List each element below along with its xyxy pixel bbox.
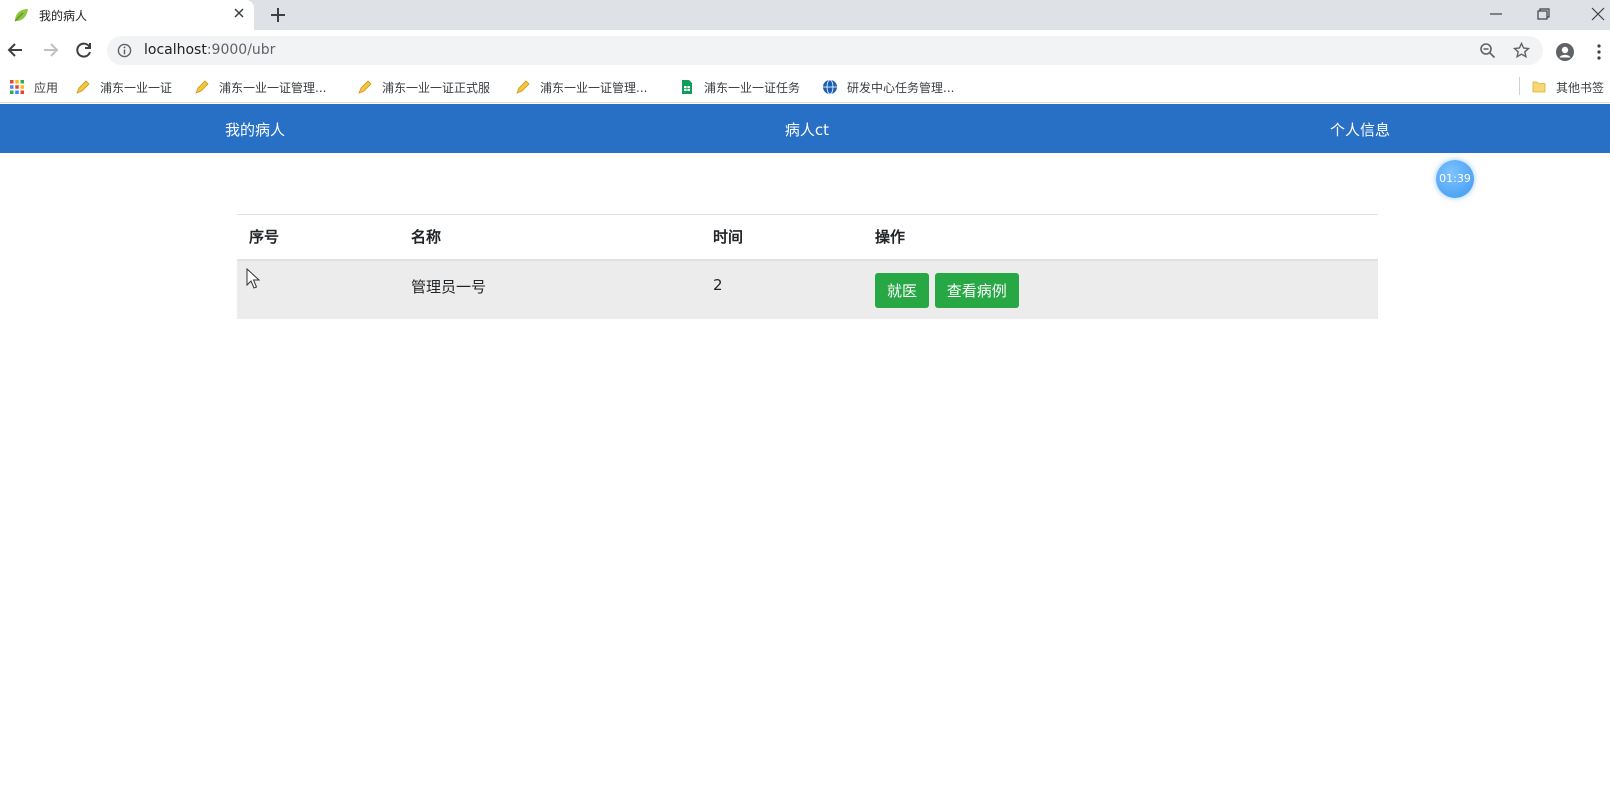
new-tab-icon[interactable] [269,6,287,24]
bookmark-label: 浦东一业一证管理... [540,80,648,95]
sheets-icon [682,80,692,94]
bookmark-label: 研发中心任务管理... [847,80,955,95]
reload-icon[interactable] [74,40,94,60]
bookmarks-bar: 应用 浦东一业一证 浦东一业一证管理... 浦东一业一证正式服 浦东一业一证管理… [0,70,1610,103]
forward-icon[interactable] [40,40,60,60]
url-path: :9000/ubr [206,42,276,58]
column-header-actions: 操作 [875,228,906,247]
bookmark-item[interactable]: 浦东一业一证 [75,78,172,96]
bookmark-apps[interactable]: 应用 [9,78,58,96]
top-navbar: 我的病人 病人ct 个人信息 [0,104,1610,153]
nav-my-patients[interactable]: 我的病人 [225,119,285,140]
folder-icon [1532,81,1546,93]
globe-icon [823,79,837,95]
column-header-time: 时间 [713,228,744,247]
cell-actions: 就医 查看病例 [863,260,1378,319]
mouse-cursor-icon [246,268,260,289]
url-host: localhost [144,42,207,58]
zoom-icon[interactable] [1479,42,1496,59]
table-row: 管理员一号 2 就医 查看病例 [237,259,1378,319]
address-bar[interactable]: localhost:9000/ubr [107,36,1543,65]
bookmark-item[interactable]: 浦东一业一证管理... [194,78,326,96]
patients-table: 序号 名称 时间 操作 管理员一号 2 就医 查看病例 [237,214,1378,319]
bookmark-label: 应用 [34,80,59,95]
bookmark-item[interactable]: 浦东一业一证管理... [515,78,647,96]
nav-patient-ct[interactable]: 病人ct [785,119,829,140]
pen-icon [195,80,209,94]
bookmark-item[interactable]: 研发中心任务管理... [822,78,954,96]
other-bookmarks[interactable]: 其他书签 [1531,78,1604,96]
bookmark-label: 其他书签 [1556,80,1605,95]
column-header-index: 序号 [249,228,280,247]
bookmark-label: 浦东一业一证 [100,80,173,95]
tab-title: 我的病人 [39,9,88,23]
bookmarks-divider [1519,77,1520,95]
back-icon[interactable] [6,40,26,60]
url-text[interactable]: localhost:9000/ubr [144,42,275,58]
browser-tabstrip: 我的病人 [0,0,1610,30]
cell-index [237,260,399,319]
profile-icon[interactable] [1555,42,1575,62]
nav-personal-info[interactable]: 个人信息 [1330,119,1390,140]
cell-time: 2 [713,275,723,294]
cell-name: 管理员一号 [411,277,487,296]
pen-icon [358,80,372,94]
bookmark-label: 浦东一业一证正式服 [382,80,491,95]
restore-icon[interactable] [1532,4,1554,24]
view-records-button[interactable]: 查看病例 [934,272,1019,308]
leaf-favicon-icon [14,9,28,22]
browser-tab[interactable]: 我的病人 [0,0,254,30]
close-window-icon[interactable] [1587,4,1609,24]
bookmark-item[interactable]: 浦东一业一证任务 [679,78,800,96]
bookmark-label: 浦东一业一证管理... [219,80,327,95]
timer-badge: 01:39 [1436,160,1474,198]
bookmark-label: 浦东一业一证任务 [704,80,801,95]
close-tab-icon[interactable] [231,5,247,21]
browser-menu-icon[interactable] [1596,42,1602,62]
pen-icon [516,80,530,94]
apps-grid-icon [10,80,24,94]
info-icon[interactable] [117,43,132,58]
bookmark-star-icon[interactable] [1513,42,1530,59]
column-header-name: 名称 [411,228,442,247]
table-header-row: 序号 名称 时间 操作 [237,214,1378,260]
visit-button[interactable]: 就医 [875,272,930,308]
minimize-icon[interactable] [1485,4,1507,24]
pen-icon [76,80,90,94]
bookmark-item[interactable]: 浦东一业一证正式服 [357,78,490,96]
